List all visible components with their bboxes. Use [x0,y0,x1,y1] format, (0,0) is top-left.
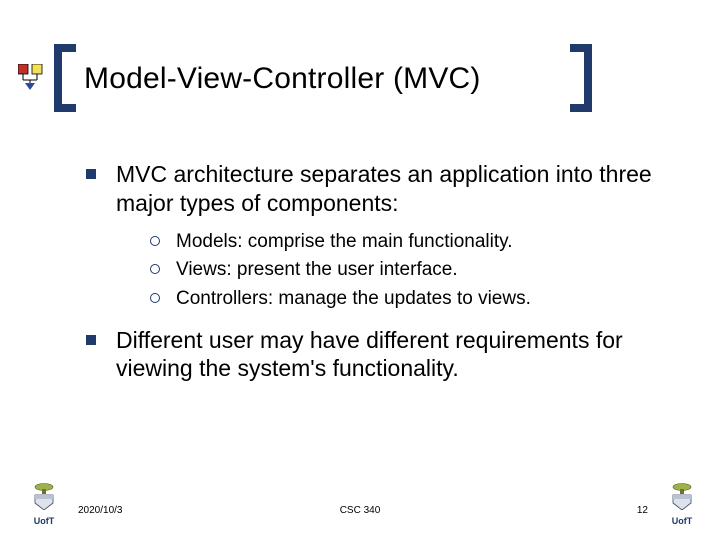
circle-bullet-icon [150,293,160,303]
footer-course: CSC 340 [340,505,381,516]
slide-body: MVC architecture separates an applicatio… [86,160,660,395]
circle-bullet-icon [150,236,160,246]
sub-bullet-text: Controllers: manage the updates to views… [176,287,531,312]
sub-bullet-item: Models: comprise the main functionality. [150,230,660,255]
decorative-shapes-icon [18,64,46,90]
slide-footer: UofT 2020/10/3 CSC 340 12 UofT [0,490,720,526]
bullet-text: MVC architecture separates an applicatio… [116,160,660,218]
bullet-item: Different user may have different requir… [86,326,660,384]
crest-label: UofT [662,516,702,526]
footer-date: 2020/10/3 [78,505,123,516]
sub-bullet-item: Views: present the user interface. [150,258,660,283]
slide-title: Model-View-Controller (MVC) [84,62,481,96]
sub-bullet-item: Controllers: manage the updates to views… [150,287,660,312]
sub-bullet-text: Models: comprise the main functionality. [176,230,513,255]
circle-bullet-icon [150,264,160,274]
square-bullet-icon [86,169,96,179]
square-bullet-icon [86,335,96,345]
uoft-crest-right: UofT [662,482,702,526]
bullet-text: Different user may have different requir… [116,326,660,384]
title-bracket-left [54,44,76,112]
uoft-crest-left: UofT [24,482,64,526]
title-bracket-right [570,44,592,112]
bullet-item: MVC architecture separates an applicatio… [86,160,660,218]
sub-bullet-list: Models: comprise the main functionality.… [150,230,660,312]
sub-bullet-text: Views: present the user interface. [176,258,458,283]
footer-page-number: 12 [637,505,648,516]
crest-label: UofT [24,516,64,526]
